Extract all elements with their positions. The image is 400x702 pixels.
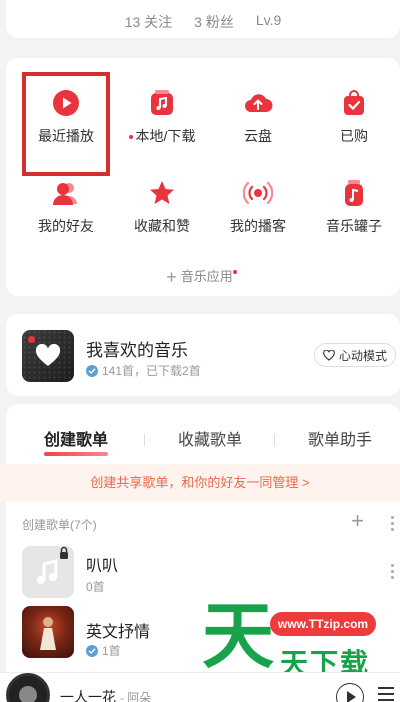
tab-created-playlists[interactable]: 创建歌单 [44,426,109,456]
playlist-tabs: 创建歌单 收藏歌单 歌单助手 [6,426,400,456]
plus-icon: + [166,267,177,287]
more-icon[interactable] [390,564,394,579]
grid-item-label: 我的播客 [230,218,286,234]
mini-player[interactable]: 一人一花 - 阿朵 [0,672,400,702]
tab-divider [274,434,275,446]
grid-item-label: 最近播放 [38,128,94,144]
music-folder-icon [151,90,173,115]
tab-playlist-assistant[interactable]: 歌单助手 [308,426,372,450]
cloud-upload-icon [245,94,273,112]
playlist-cover [22,606,74,658]
shopping-bag-icon [344,90,364,115]
grid-item-label: 我的好友 [38,218,94,234]
profile-card: 13 关注 3 粉丝 Lv.9 [6,0,400,38]
grid-item-collect-like[interactable]: 收藏和赞 [118,178,206,236]
watermark-url: www.TTzip.com [270,612,376,636]
fans-count[interactable]: 3 粉丝 [194,12,234,32]
grid-item-music-jar[interactable]: 音乐罐子 [310,178,398,236]
play-button[interactable] [336,683,364,702]
playlist-title: 叭叭 [86,558,119,575]
heart-outline-icon [323,349,335,361]
liked-music-card[interactable]: 我喜欢的音乐 141首，已下载2首 心动模式 [6,314,400,396]
playlist-subtitle: 0首 [86,580,105,594]
playlist-queue-icon[interactable] [378,687,394,701]
shared-playlist-banner[interactable]: 创建共享歌单，和你的好友一同管理 > [0,464,400,502]
new-dot [128,135,133,140]
album-disc [6,673,50,702]
now-playing: 一人一花 - 阿朵 [60,687,151,702]
quick-access-grid: 最近播放 本地/下载 云盘 已购 我的好友 收藏和赞 我的播客 音乐罐子 + 音… [6,58,400,296]
add-playlist-button[interactable]: + [351,508,364,534]
tab-collected-playlists[interactable]: 收藏歌单 [178,426,242,450]
grid-item-purchased[interactable]: 已购 [310,88,398,146]
grid-item-label: 本地/下载 [118,126,206,146]
play-circle-icon [53,90,79,116]
friends-icon [53,183,77,205]
check-icon [86,644,98,657]
playlist-subtitle: 1首 [86,642,121,659]
music-note-icon [37,546,68,584]
playlist-cover [22,546,74,598]
liked-music-cover [22,330,74,382]
grid-item-local-download[interactable]: 本地/下载 [118,88,206,146]
profile-stats: 13 关注 3 粉丝 Lv.9 [6,12,400,32]
grid-item-podcast[interactable]: 我的播客 [214,178,302,236]
grid-item-recent-play[interactable]: 最近播放 [22,88,110,146]
more-icon[interactable] [390,516,394,531]
music-app-label: 音乐应用 [180,269,233,284]
grid-item-friends[interactable]: 我的好友 [22,178,110,236]
liked-music-title: 我喜欢的音乐 [86,341,188,360]
grid-item-label: 音乐罐子 [326,218,382,234]
watermark-logo: 天 [202,594,275,678]
figure-icon [40,617,56,650]
grid-item-cloud-drive[interactable]: 云盘 [214,88,302,146]
level-badge[interactable]: Lv.9 [256,12,281,32]
liked-music-subtitle: 141首，已下载2首 [86,362,201,379]
created-playlists-header: 创建歌单(7个) [22,518,97,532]
podcast-icon [243,181,273,205]
new-dot [232,269,237,274]
heart-icon [35,344,61,366]
watermark: 天 www.TTzip.com 天下载 [200,600,400,680]
follow-count[interactable]: 13 关注 [125,12,172,32]
now-playing-artist: - 阿朵 [119,691,152,702]
star-icon [150,181,174,204]
tab-divider [144,434,145,446]
music-app-button[interactable]: + 音乐应用 [6,266,400,288]
check-icon [86,364,98,377]
now-playing-title: 一人一花 [60,689,116,702]
heartbeat-mode-button[interactable]: 心动模式 [313,343,396,367]
grid-item-label: 云盘 [244,128,272,144]
active-tab-indicator [44,452,109,456]
music-jar-icon [345,180,363,206]
grid-item-label: 收藏和赞 [134,218,190,234]
playlist-title: 英文抒情 [86,624,151,641]
grid-item-label: 已购 [340,128,368,144]
